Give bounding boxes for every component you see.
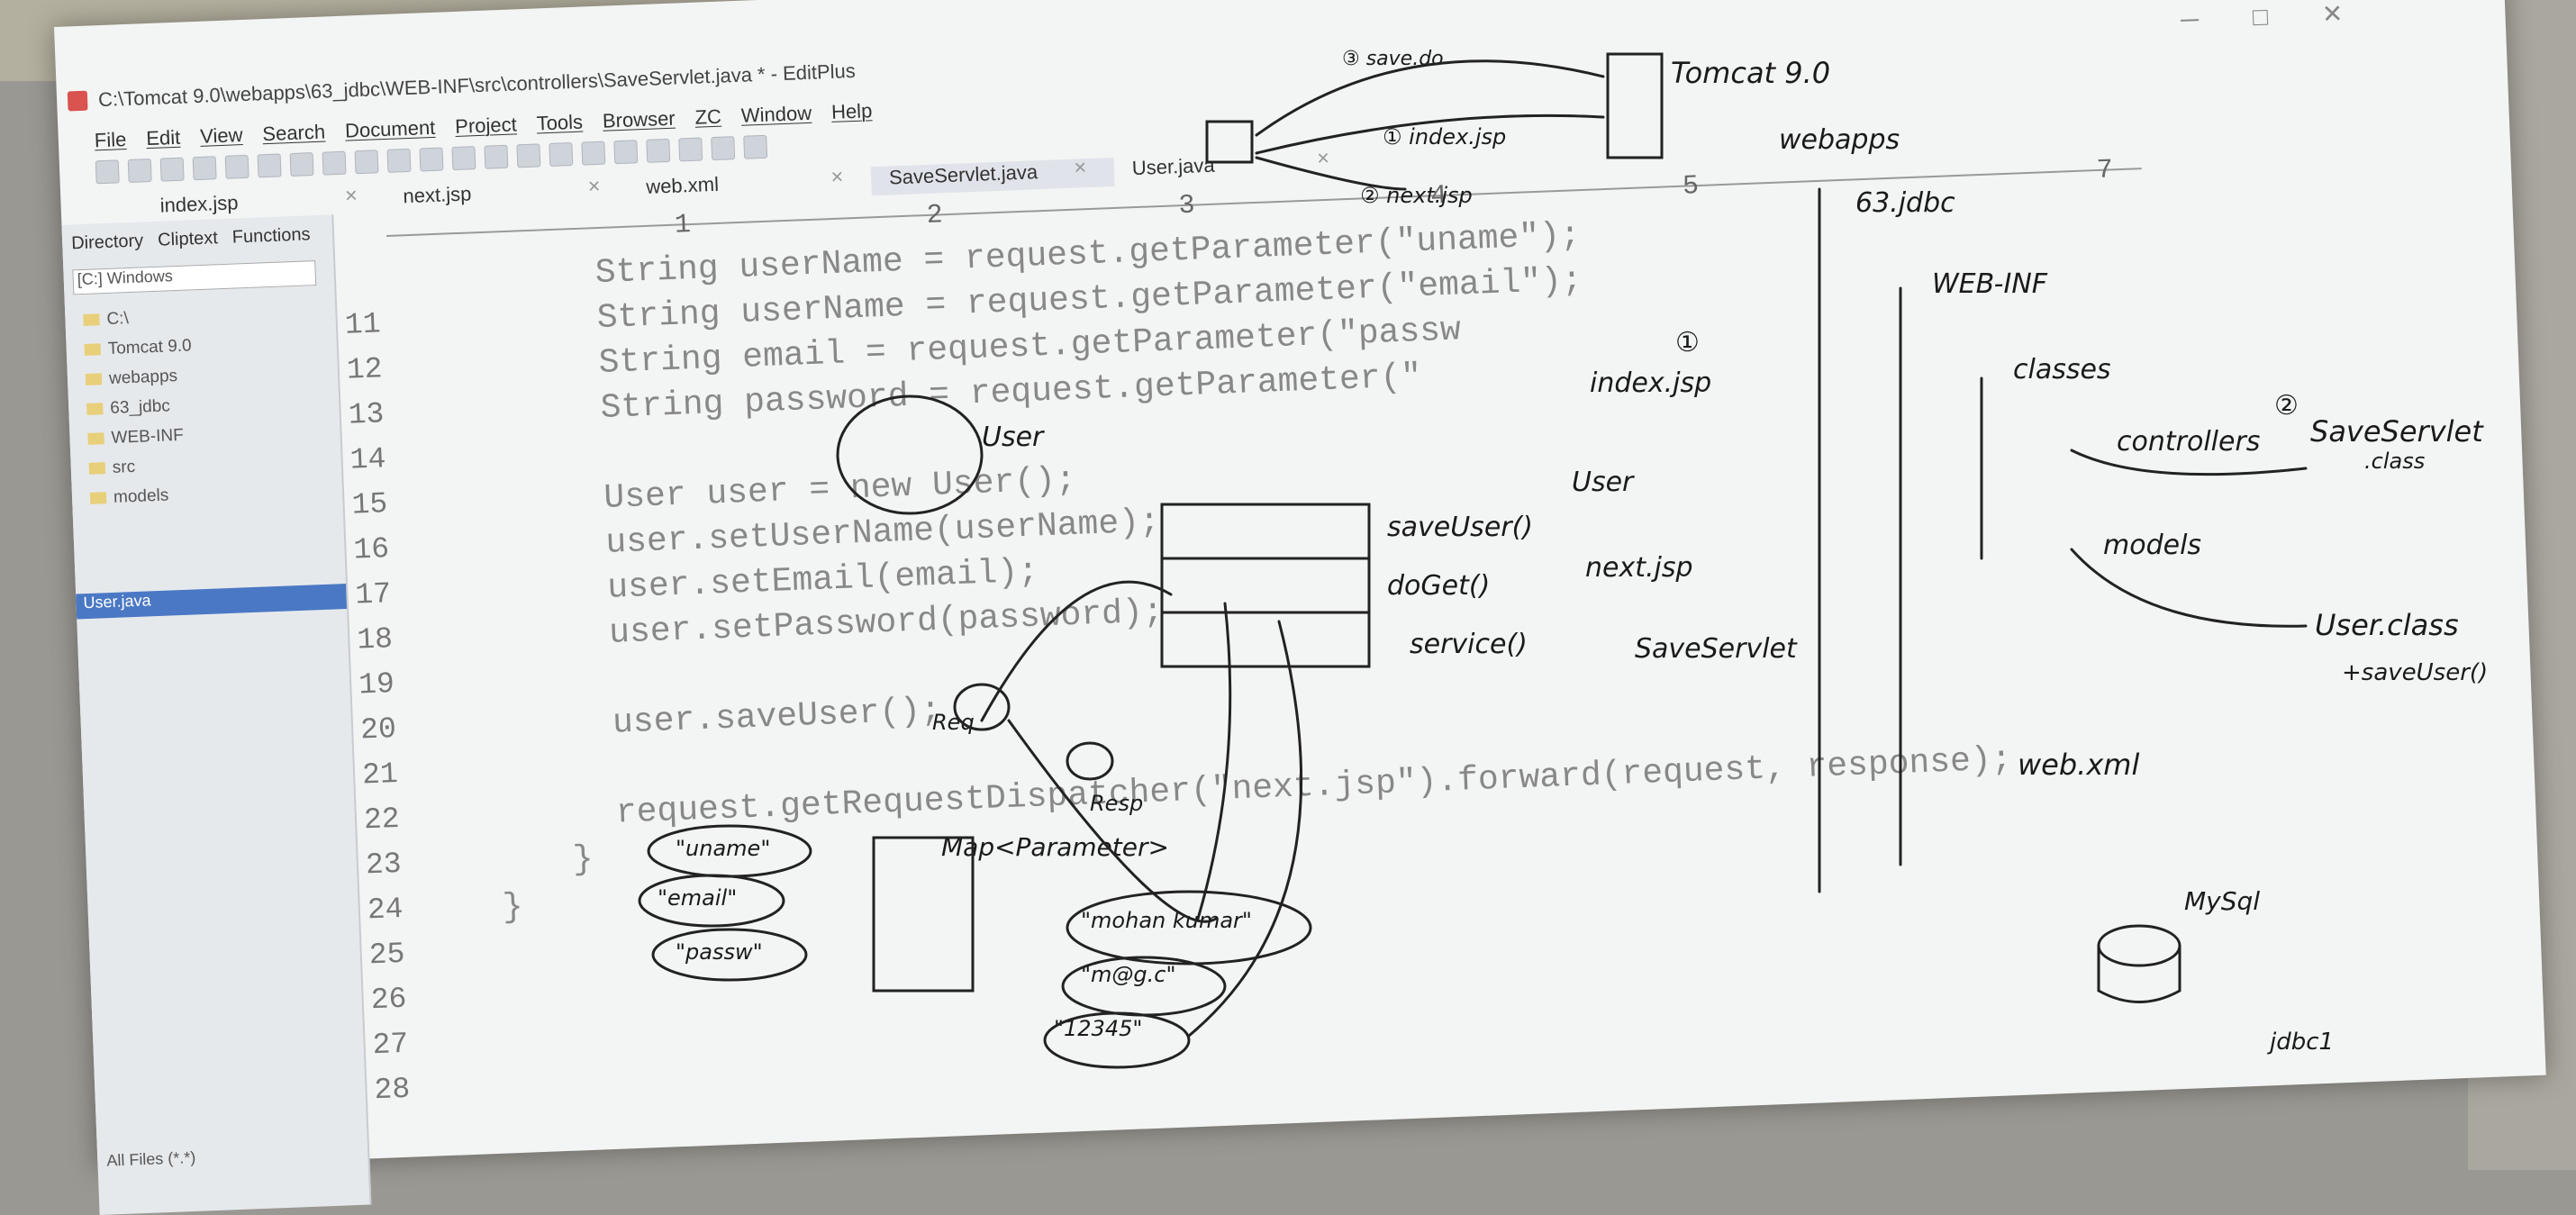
step-save-label: ③ save.do (1342, 48, 1444, 70)
mysql-database-icon (2097, 924, 2181, 967)
doget-method-note: doGet() (1387, 570, 1490, 602)
user-object-note: User (982, 422, 1045, 453)
resp-object-circle (1066, 741, 1114, 781)
models-label: models (2103, 530, 2201, 561)
mysql-cylinder (2097, 944, 2181, 1003)
step-index-label: ① index.jsp (1383, 124, 1506, 150)
servlet-object-box (1160, 503, 1371, 668)
step-two-badge: ② (2274, 390, 2299, 422)
servlet-sketch: saveUser() doGet() service() SaveServlet… (638, 394, 1798, 1069)
req-object-circle (953, 683, 1011, 731)
indexjsp-label: index.jsp (1590, 367, 1711, 399)
webapps-label: webapps (1779, 124, 1900, 156)
user-object-circle (836, 394, 984, 515)
map-value-name: "mohan kumar" (1081, 908, 1252, 933)
nextjsp-label: next.jsp (1585, 552, 1693, 584)
map-key-uname: "uname" (676, 836, 770, 861)
map-key-email: "email" (658, 885, 737, 911)
jdbc-folder-label: 63.jdbc (1855, 187, 1955, 219)
saveservlet-class-label: SaveServlet (2310, 414, 2484, 449)
step-one-badge: ① (1675, 327, 1700, 358)
request-flow-sketch: ① index.jsp ② next.jsp ③ save.do ① ② (1205, 48, 2299, 422)
tomcat-deployment-sketch: Tomcat 9.0 webapps 63.jdbc WEB-INF class… (1585, 52, 2488, 1056)
user-class-label: User.class (2315, 608, 2459, 642)
tomcat-label: Tomcat 9.0 (1671, 56, 1830, 90)
browser-box (1205, 120, 1254, 164)
webinf-label: WEB-INF (1932, 268, 2048, 300)
class-ext-label: .class (2364, 449, 2425, 474)
servlet-box-dividers (1160, 557, 1371, 614)
req-label: Req (932, 710, 975, 735)
tomcat-server-box (1606, 52, 1664, 159)
whiteboard-annotations: Tomcat 9.0 webapps 63.jdbc WEB-INF class… (638, 48, 2488, 1069)
webxml-label: web.xml (2018, 748, 2139, 782)
saveservlet-note: SaveServlet (1635, 633, 1798, 665)
saveuser-method-note: saveUser() (1387, 512, 1533, 543)
resp-label: Resp (1090, 791, 1143, 816)
user-note: User (1572, 467, 1635, 498)
jdbc1-label: jdbc1 (2267, 1029, 2334, 1056)
service-method-note: service() (1410, 629, 1528, 660)
controllers-label: controllers (2117, 426, 2260, 458)
map-key-passw: "passw" (676, 939, 763, 965)
mysql-label: MySql (2184, 886, 2260, 916)
tree-connector-lines (1818, 187, 2308, 893)
saveuser-method-label: +saveUser() (2342, 659, 2488, 686)
map-label: Map<Parameter> (941, 832, 1169, 862)
classes-label: classes (2013, 354, 2111, 385)
map-value-email: "m@g.c" (1081, 962, 1176, 987)
